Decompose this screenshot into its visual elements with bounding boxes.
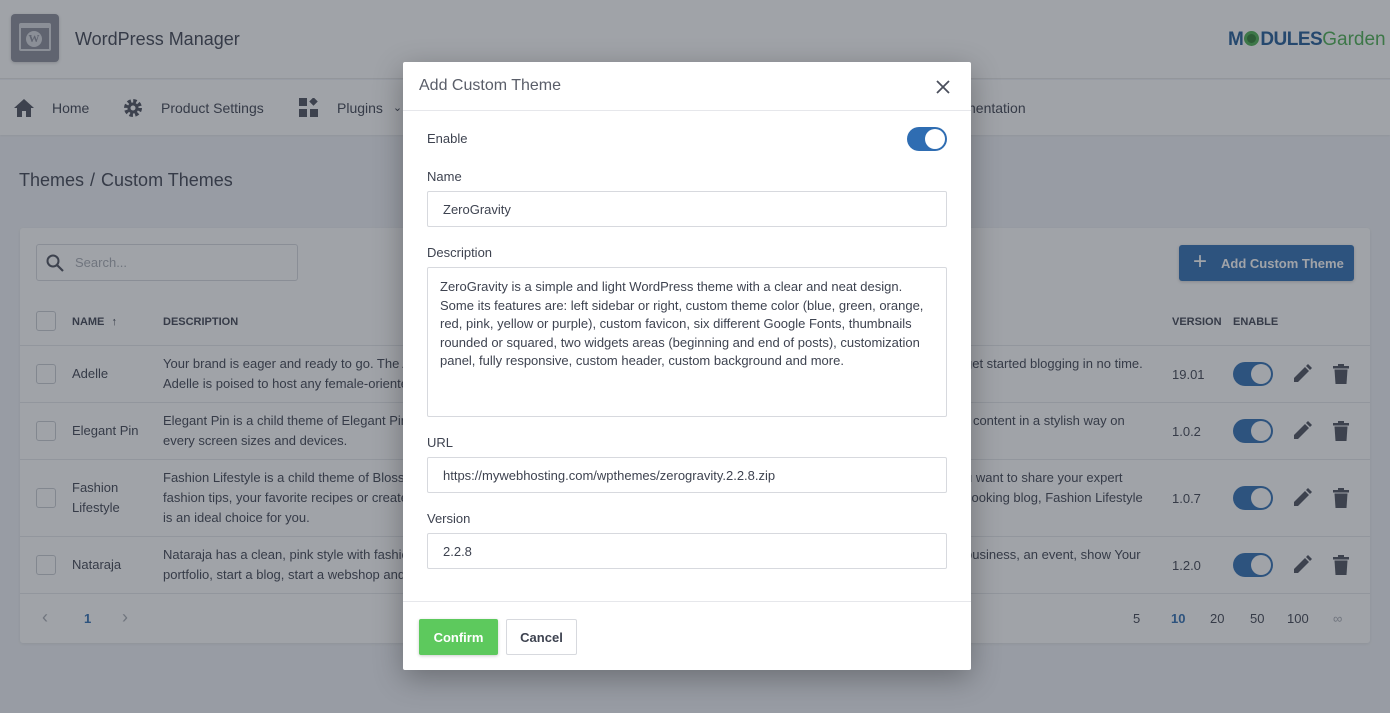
url-field[interactable] <box>427 457 947 493</box>
version-field[interactable] <box>427 533 947 569</box>
modal-title: Add Custom Theme <box>419 77 561 94</box>
enable-toggle[interactable] <box>907 127 947 151</box>
add-custom-theme-modal: Add Custom Theme Enable Name Description… <box>403 62 971 670</box>
enable-label: Enable <box>427 131 468 146</box>
description-field[interactable]: ZeroGravity is a simple and light WordPr… <box>427 267 947 417</box>
confirm-button[interactable]: Confirm <box>419 619 498 655</box>
description-label: Description <box>427 245 493 260</box>
close-icon[interactable] <box>933 77 953 97</box>
version-label: Version <box>427 511 471 526</box>
modal-header: Add Custom Theme <box>403 62 971 111</box>
url-label: URL <box>427 435 454 450</box>
name-label: Name <box>427 169 462 184</box>
modal-footer: Confirm Cancel <box>403 601 971 670</box>
name-field[interactable] <box>427 191 947 227</box>
cancel-button[interactable]: Cancel <box>506 619 577 655</box>
